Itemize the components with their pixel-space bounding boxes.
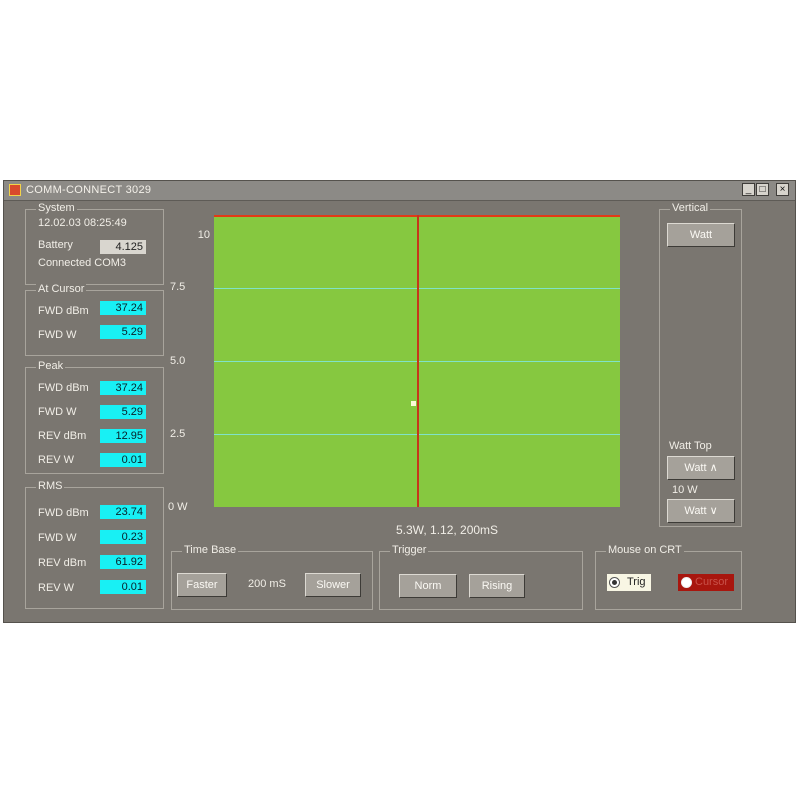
rms-rev-dbm-label: REV dBm — [38, 557, 87, 569]
connection-status: Connected COM3 — [38, 257, 127, 269]
radio-dot-icon — [612, 580, 617, 585]
cursor-label: Cursor — [695, 576, 729, 588]
rms-fwd-w-label: FWD W — [38, 532, 77, 544]
system-group: System 12.02.03 08:25:49 Battery 4.125 C… — [25, 202, 164, 285]
peak-fwd-w-value: 5.29 — [100, 405, 146, 419]
time-base-group-title: Time Base — [182, 544, 239, 556]
close-button[interactable]: × — [776, 183, 789, 196]
time-base-group: Time Base Faster 200 mS Slower — [171, 544, 373, 610]
cursor-radio[interactable]: Cursor — [678, 574, 734, 591]
trig-label: Trig — [627, 576, 646, 588]
watt-down-button[interactable]: Watt ∨ — [667, 499, 735, 523]
at-cursor-group: At Cursor FWD dBm 37.24 FWD W 5.29 — [25, 283, 164, 356]
system-datetime: 12.02.03 08:25:49 — [38, 217, 127, 229]
faster-button[interactable]: Faster — [177, 573, 227, 597]
peak-fwd-dbm-value: 37.24 — [100, 381, 146, 395]
app-icon — [9, 184, 21, 196]
cursor-line[interactable] — [417, 215, 419, 507]
at-cursor-fwd-w-value: 5.29 — [100, 325, 146, 339]
peak-rev-w-value: 0.01 — [100, 453, 146, 467]
y-tick-label: 5.0 — [170, 355, 186, 367]
peak-fwd-dbm-label: FWD dBm — [38, 382, 89, 394]
slower-button[interactable]: Slower — [305, 573, 361, 597]
y-tick-label: 2.5 — [170, 428, 186, 440]
watt-unit-button[interactable]: Watt — [667, 223, 735, 247]
app-window: COMM-CONNECT 3029 _ □ × System 12.02.03 … — [3, 180, 796, 623]
trigger-group: Trigger Norm Rising — [379, 544, 583, 610]
norm-button[interactable]: Norm — [399, 574, 457, 598]
peak-rev-w-label: REV W — [38, 454, 75, 466]
at-cursor-group-title: At Cursor — [36, 283, 87, 295]
watt-top-value: 10 W — [672, 484, 698, 496]
rms-fwd-dbm-label: FWD dBm — [38, 507, 89, 519]
watt-top-label: Watt Top — [669, 440, 712, 452]
rising-button[interactable]: Rising — [469, 574, 525, 598]
rms-rev-w-label: REV W — [38, 582, 75, 594]
time-base-value: 200 mS — [248, 578, 286, 590]
rms-rev-w-value: 0.01 — [100, 580, 146, 594]
plot-readout: 5.3W, 1.12, 200mS — [396, 523, 499, 537]
y-tick-label: 7.5 — [170, 281, 186, 293]
window-title: COMM-CONNECT 3029 — [26, 184, 152, 196]
at-cursor-fwd-dbm-value: 37.24 — [100, 301, 146, 315]
rms-fwd-w-value: 0.23 — [100, 530, 146, 544]
maximize-button[interactable]: □ — [756, 183, 769, 196]
crt-plot-area[interactable] — [214, 215, 620, 507]
mouse-on-crt-group-title: Mouse on CRT — [606, 544, 684, 556]
radio-selected-icon — [609, 577, 620, 588]
peak-rev-dbm-value: 12.95 — [100, 429, 146, 443]
minimize-button[interactable]: _ — [742, 183, 755, 196]
rms-rev-dbm-value: 61.92 — [100, 555, 146, 569]
y-tick-label: 0 W — [168, 501, 188, 513]
peak-group-title: Peak — [36, 360, 66, 372]
peak-rev-dbm-label: REV dBm — [38, 430, 87, 442]
vertical-group: Vertical Watt Watt Top Watt ∧ 10 W Watt … — [659, 202, 742, 527]
battery-value: 4.125 — [100, 240, 146, 254]
radio-unselected-icon — [681, 577, 692, 588]
peak-group: Peak FWD dBm 37.24 FWD W 5.29 REV dBm 12… — [25, 360, 164, 474]
vertical-group-title: Vertical — [670, 202, 711, 214]
rms-group: RMS FWD dBm 23.74 FWD W 0.23 REV dBm 61.… — [25, 480, 164, 609]
trig-radio[interactable]: Trig — [607, 574, 651, 591]
mouse-on-crt-group: Mouse on CRT Trig Cursor — [595, 544, 742, 610]
battery-label: Battery — [38, 239, 73, 251]
at-cursor-fwd-w-label: FWD W — [38, 329, 77, 341]
rms-group-title: RMS — [36, 480, 65, 492]
at-cursor-fwd-dbm-label: FWD dBm — [38, 305, 89, 317]
cursor-marker[interactable] — [411, 401, 416, 406]
trigger-group-title: Trigger — [390, 544, 429, 556]
y-tick-label: 10 — [197, 229, 210, 241]
title-bar: COMM-CONNECT 3029 _ □ × — [4, 181, 795, 201]
system-group-title: System — [36, 202, 77, 214]
watt-up-button[interactable]: Watt ∧ — [667, 456, 735, 480]
peak-fwd-w-label: FWD W — [38, 406, 77, 418]
rms-fwd-dbm-value: 23.74 — [100, 505, 146, 519]
